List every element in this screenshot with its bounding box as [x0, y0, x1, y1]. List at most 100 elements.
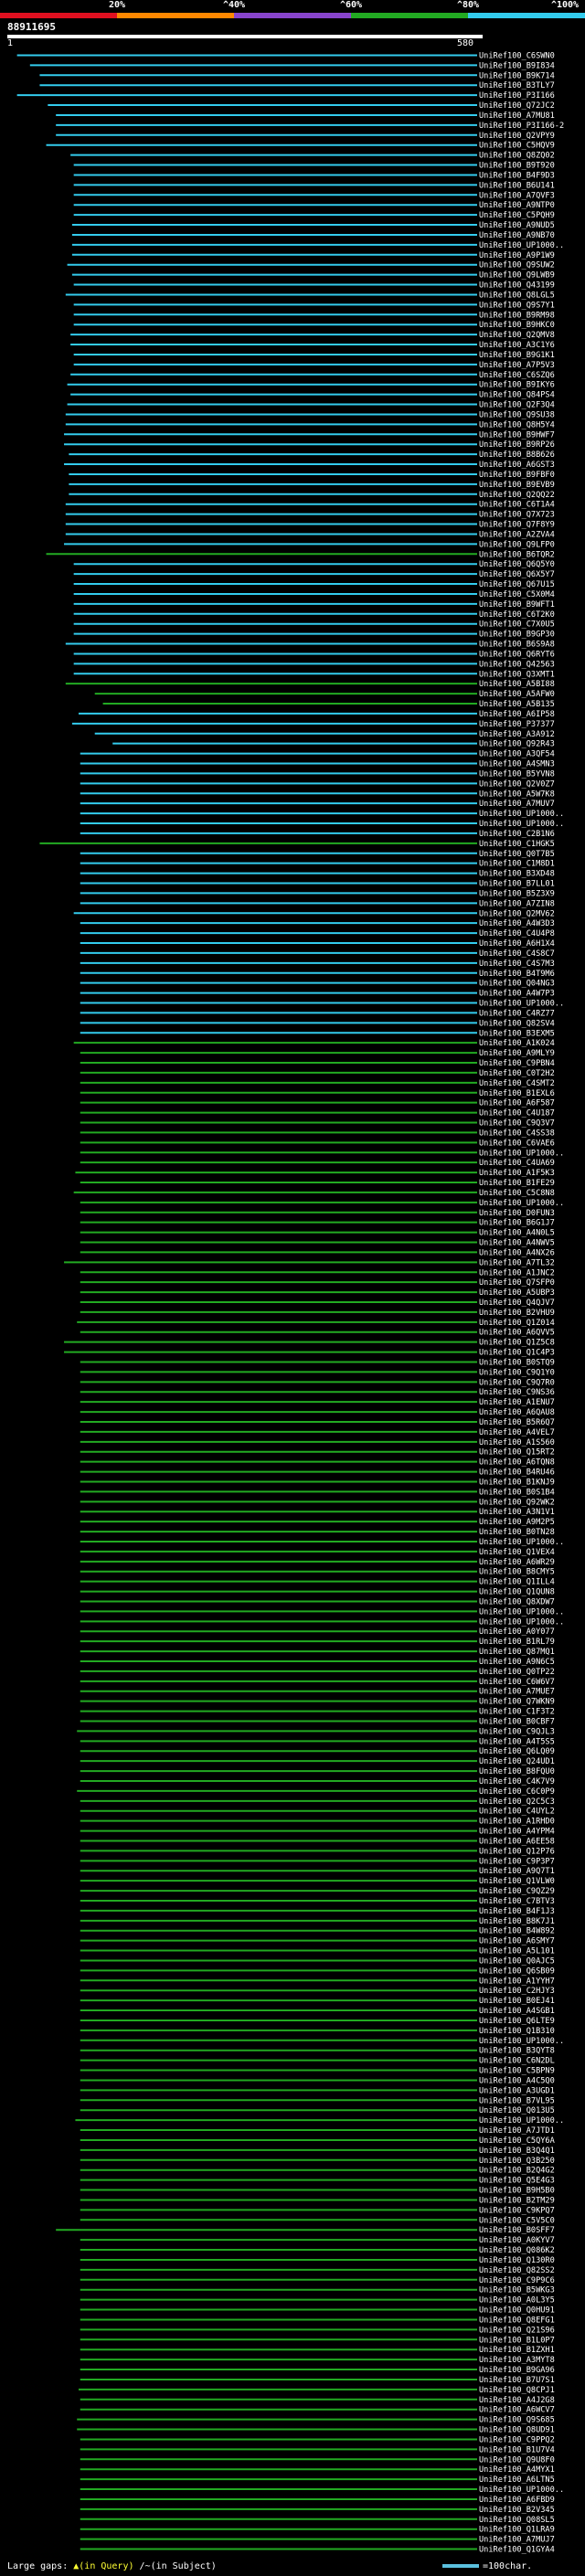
hit-label[interactable]: UniRef100_C5C8N8	[479, 1189, 555, 1198]
hit-label[interactable]: UniRef100_B1U7V4	[479, 2445, 555, 2454]
hit-label[interactable]: UniRef100_B5Z3X9	[479, 889, 555, 898]
hit-label[interactable]: UniRef100_A1JNC2	[479, 1268, 555, 1277]
hit-label[interactable]: UniRef100_C5V5C0	[479, 2216, 555, 2225]
hit-label[interactable]: UniRef100_Q8CPJ1	[479, 2386, 555, 2395]
hit-label[interactable]: UniRef100_Q1LRA9	[479, 2526, 555, 2535]
hit-label[interactable]: UniRef100_A4N0L5	[479, 1229, 555, 1238]
hit-label[interactable]: UniRef100_Q3B250	[479, 2157, 555, 2166]
hit-label[interactable]: UniRef100_Q42563	[479, 660, 555, 669]
hit-label[interactable]: UniRef100_A1RHD0	[479, 1818, 555, 1827]
hit-label[interactable]: UniRef100_B3EXM5	[479, 1029, 555, 1038]
hit-label[interactable]: UniRef100_B1RL79	[479, 1638, 555, 1647]
hit-label[interactable]: UniRef100_A4MYX1	[479, 2465, 555, 2475]
hit-label[interactable]: UniRef100_B0S1B4	[479, 1488, 555, 1497]
hit-label[interactable]: UniRef100_Q2VPY9	[479, 132, 555, 141]
hit-label[interactable]: UniRef100_C4SMT2	[479, 1079, 555, 1088]
hit-label[interactable]: UniRef100_Q08SL5	[479, 2516, 555, 2525]
hit-label[interactable]: UniRef100_C6T1A4	[479, 501, 555, 510]
hit-label[interactable]: UniRef100_A6FBD9	[479, 2496, 555, 2505]
hit-label[interactable]: UniRef100_B4F1J3	[479, 1907, 555, 1916]
hit-label[interactable]: UniRef100_C4U4P8	[479, 929, 555, 938]
hit-label[interactable]: UniRef100_C6SWN0	[479, 51, 555, 60]
hit-label[interactable]: UniRef100_Q1VEX4	[479, 1548, 555, 1557]
hit-label[interactable]: UniRef100_P3I166-2	[479, 122, 564, 131]
hit-label[interactable]: UniRef100_A4T5S5	[479, 1737, 555, 1746]
hit-label[interactable]: UniRef100_Q0T7B5	[479, 850, 555, 859]
hit-label[interactable]: UniRef100_Q2C5C3	[479, 1797, 555, 1807]
hit-label[interactable]: UniRef100_A6LTN5	[479, 2475, 555, 2485]
hit-label[interactable]: UniRef100_A1S560	[479, 1438, 555, 1447]
hit-label[interactable]: UniRef100_B6G1J7	[479, 1219, 555, 1228]
hit-label[interactable]: UniRef100_A6H1X4	[479, 939, 555, 949]
hit-label[interactable]: UniRef100_C9Q7R0	[479, 1378, 555, 1387]
hit-label[interactable]: UniRef100_C9PPQ2	[479, 2435, 555, 2444]
hit-label[interactable]: UniRef100_Q7SFP0	[479, 1278, 555, 1288]
hit-label[interactable]: UniRef100_Q1C4P3	[479, 1349, 555, 1358]
hit-label[interactable]: UniRef100_Q21S96	[479, 2326, 555, 2335]
hit-label[interactable]: UniRef100_C1M8D1	[479, 860, 555, 869]
hit-label[interactable]: UniRef100_Q1VLW0	[479, 1877, 555, 1886]
hit-label[interactable]: UniRef100_A1F5K3	[479, 1169, 555, 1178]
hit-label[interactable]: UniRef100_Q8ZQ02	[479, 152, 555, 161]
hit-label[interactable]: UniRef100_C6VAE6	[479, 1139, 555, 1148]
hit-label[interactable]: UniRef100_UP1000..	[479, 1149, 564, 1158]
hit-label[interactable]: UniRef100_C1HGK5	[479, 840, 555, 849]
hit-label[interactable]: UniRef100_Q6RYT6	[479, 650, 555, 659]
hit-label[interactable]: UniRef100_B1L0P7	[479, 2336, 555, 2345]
hit-label[interactable]: UniRef100_B3Q4Q1	[479, 2147, 555, 2156]
hit-label[interactable]: UniRef100_A5UBP3	[479, 1288, 555, 1298]
hit-label[interactable]: UniRef100_A4YPM4	[479, 1828, 555, 1837]
hit-label[interactable]: UniRef100_B8FQU0	[479, 1767, 555, 1776]
hit-label[interactable]: UniRef100_Q6X5Y7	[479, 570, 555, 579]
hit-label[interactable]: UniRef100_B9K714	[479, 71, 555, 80]
hit-label[interactable]: UniRef100_C4K7V9	[479, 1777, 555, 1786]
hit-label[interactable]: UniRef100_C9QJL3	[479, 1727, 555, 1736]
hit-label[interactable]: UniRef100_A0L3Y5	[479, 2296, 555, 2306]
hit-label[interactable]: UniRef100_B3QYT8	[479, 2047, 555, 2056]
hit-label[interactable]: UniRef100_C6W6V7	[479, 1678, 555, 1687]
hit-label[interactable]: UniRef100_B3XD48	[479, 870, 555, 879]
hit-label[interactable]: UniRef100_B6S9A8	[479, 641, 555, 650]
hit-label[interactable]: UniRef100_B3TLY7	[479, 81, 555, 90]
hit-label[interactable]: UniRef100_A9NTP0	[479, 201, 555, 210]
hit-label[interactable]: UniRef100_Q84PS4	[479, 391, 555, 400]
hit-label[interactable]: UniRef100_B9I834	[479, 61, 555, 70]
hit-label[interactable]: UniRef100_Q12P76	[479, 1847, 555, 1856]
hit-label[interactable]: UniRef100_Q72JC2	[479, 101, 555, 111]
hit-label[interactable]: UniRef100_A6TQN8	[479, 1458, 555, 1468]
hit-label[interactable]: UniRef100_A6SMY7	[479, 1937, 555, 1946]
hit-label[interactable]: UniRef100_A9MLY9	[479, 1049, 555, 1058]
hit-label[interactable]: UniRef100_C9Q1Y0	[479, 1368, 555, 1377]
hit-label[interactable]: UniRef100_C7X0U5	[479, 620, 555, 630]
hit-label[interactable]: UniRef100_Q15RT2	[479, 1448, 555, 1458]
hit-label[interactable]: UniRef100_Q1GYA4	[479, 2546, 555, 2555]
hit-label[interactable]: UniRef100_C5HQV9	[479, 142, 555, 151]
hit-label[interactable]: UniRef100_Q2QMV8	[479, 331, 555, 340]
hit-label[interactable]: UniRef100_A7ZIN8	[479, 899, 555, 908]
hit-label[interactable]: UniRef100_C5PQH9	[479, 211, 555, 220]
hit-label[interactable]: UniRef100_P37377	[479, 720, 555, 729]
hit-label[interactable]: UniRef100_Q8XDW7	[479, 1597, 555, 1606]
hit-label[interactable]: UniRef100_A5BI88	[479, 680, 555, 689]
hit-label[interactable]: UniRef100_C1F3T2	[479, 1708, 555, 1717]
hit-label[interactable]: UniRef100_B2TM29	[479, 2196, 555, 2205]
hit-label[interactable]: UniRef100_B9GA96	[479, 2366, 555, 2375]
hit-label[interactable]: UniRef100_A3A912	[479, 730, 555, 739]
hit-label[interactable]: UniRef100_A3UGD1	[479, 2086, 555, 2095]
hit-label[interactable]: UniRef100_Q1Z014	[479, 1319, 555, 1328]
hit-label[interactable]: UniRef100_A0KYV7	[479, 2236, 555, 2245]
hit-label[interactable]: UniRef100_Q6Q5Y0	[479, 560, 555, 569]
hit-label[interactable]: UniRef100_Q82SV4	[479, 1019, 555, 1028]
hit-label[interactable]: UniRef100_A9NB70	[479, 231, 555, 240]
hit-label[interactable]: UniRef100_C9P9C6	[479, 2276, 555, 2285]
hit-label[interactable]: UniRef100_D0FUN3	[479, 1209, 555, 1218]
hit-label[interactable]: UniRef100_A2ZVA4	[479, 530, 555, 539]
hit-label[interactable]: UniRef100_A7JTD1	[479, 2126, 555, 2136]
hit-label[interactable]: UniRef100_A1YYH7	[479, 1977, 555, 1986]
hit-label[interactable]: UniRef100_B6TQR2	[479, 550, 555, 559]
hit-label[interactable]: UniRef100_C4U187	[479, 1109, 555, 1118]
hit-label[interactable]: UniRef100_B8K7J1	[479, 1917, 555, 1926]
hit-label[interactable]: UniRef100_A5W7K8	[479, 790, 555, 799]
hit-label[interactable]: UniRef100_UP1000..	[479, 2037, 564, 2046]
hit-label[interactable]: UniRef100_A7TL32	[479, 1258, 555, 1267]
